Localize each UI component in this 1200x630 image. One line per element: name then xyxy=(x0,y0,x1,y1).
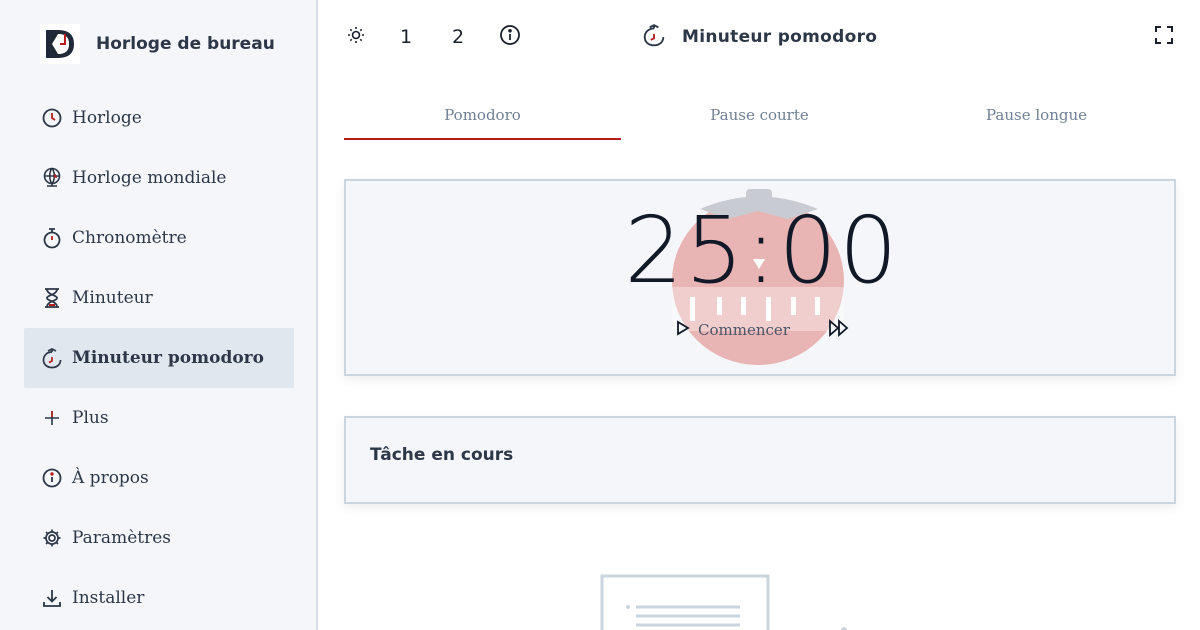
sidebar-item-label: Horloge xyxy=(72,108,142,128)
pomodoro-tabs: Pomodoro Pause courte Pause longue xyxy=(344,98,1176,140)
current-task-card: Tâche en cours xyxy=(344,416,1176,504)
sidebar: Horloge de bureau Horloge Horloge mondia… xyxy=(0,0,318,630)
timer-display: 25:00 xyxy=(624,197,900,304)
main-content: 1 2 Minuteur pomodoro Pomodoro Pause cou… xyxy=(320,0,1200,630)
plus-icon xyxy=(40,406,64,430)
sidebar-item-installer[interactable]: Installer xyxy=(24,568,294,628)
tab-pause-longue[interactable]: Pause longue xyxy=(898,98,1175,140)
sidebar-item-label: Horloge mondiale xyxy=(72,168,227,188)
info-icon xyxy=(499,24,521,51)
page-title: Minuteur pomodoro xyxy=(642,22,877,52)
tab-pomodoro[interactable]: Pomodoro xyxy=(344,98,621,140)
sidebar-item-horloge[interactable]: Horloge xyxy=(24,88,294,148)
skip-button[interactable] xyxy=(828,319,852,343)
sidebar-item-label: À propos xyxy=(72,468,149,488)
pomodoro-icon xyxy=(40,346,64,370)
layout-2-button[interactable]: 2 xyxy=(448,22,468,52)
layout-1-button[interactable]: 1 xyxy=(396,22,416,52)
fast-forward-icon xyxy=(828,319,850,341)
sun-icon xyxy=(346,25,366,50)
info-button[interactable] xyxy=(498,22,522,52)
hourglass-icon xyxy=(40,286,64,310)
sidebar-item-parametres[interactable]: Paramètres xyxy=(24,508,294,568)
play-icon xyxy=(676,320,690,340)
app-logo xyxy=(40,24,80,64)
sidebar-item-a-propos[interactable]: À propos xyxy=(24,448,294,508)
sidebar-item-label: Minuteur xyxy=(72,288,153,308)
sidebar-item-horloge-mondiale[interactable]: Horloge mondiale xyxy=(24,148,294,208)
start-button-label: Commencer xyxy=(698,321,790,339)
clock-icon xyxy=(40,106,64,130)
sidebar-item-plus[interactable]: Plus xyxy=(24,388,294,448)
gear-icon xyxy=(40,526,64,550)
sidebar-nav: Horloge Horloge mondiale Chronomètre Min… xyxy=(24,88,294,628)
tab-pause-courte[interactable]: Pause courte xyxy=(621,98,898,140)
info-icon xyxy=(40,466,64,490)
sidebar-item-minuteur-pomodoro[interactable]: Minuteur pomodoro xyxy=(24,328,294,388)
download-icon xyxy=(40,586,64,610)
pomodoro-icon xyxy=(642,23,666,51)
empty-tasks-illustration xyxy=(600,574,860,630)
theme-toggle-button[interactable] xyxy=(344,22,368,52)
page-title-text: Minuteur pomodoro xyxy=(682,27,878,47)
sidebar-item-label: Paramètres xyxy=(72,528,171,548)
sidebar-item-label: Minuteur pomodoro xyxy=(72,348,264,368)
start-button[interactable]: Commencer xyxy=(676,317,790,343)
sidebar-item-label: Plus xyxy=(72,408,109,428)
timer-card: 25:00 Commencer xyxy=(344,179,1176,376)
top-bar: 1 2 Minuteur pomodoro xyxy=(320,0,1200,74)
world-clock-icon xyxy=(40,166,64,190)
sidebar-item-label: Installer xyxy=(72,588,145,608)
fullscreen-button[interactable] xyxy=(1152,22,1176,52)
sidebar-item-label: Chronomètre xyxy=(72,228,187,248)
stopwatch-icon xyxy=(40,226,64,250)
sidebar-item-chronometre[interactable]: Chronomètre xyxy=(24,208,294,268)
app-name: Horloge de bureau xyxy=(96,34,275,54)
fullscreen-icon xyxy=(1154,25,1174,50)
brand[interactable]: Horloge de bureau xyxy=(40,24,275,64)
sidebar-item-minuteur[interactable]: Minuteur xyxy=(24,268,294,328)
current-task-title: Tâche en cours xyxy=(370,445,514,465)
